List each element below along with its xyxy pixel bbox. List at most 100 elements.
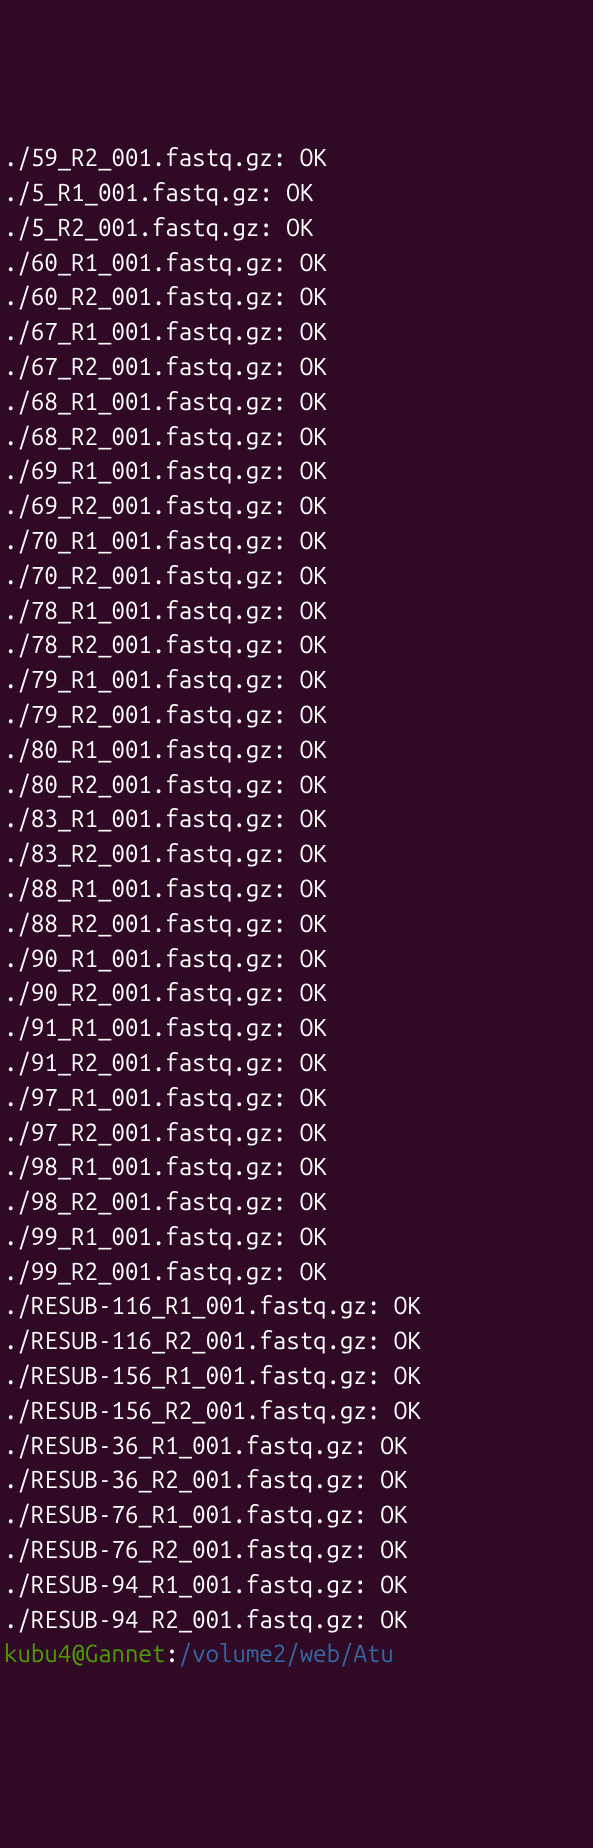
status-text: OK (300, 492, 327, 519)
file-path: ./91_R2_001.fastq.gz (4, 1049, 273, 1076)
output-line: ./99_R2_001.fastq.gz: OK (4, 1255, 589, 1290)
output-line: ./97_R1_001.fastq.gz: OK (4, 1081, 589, 1116)
status-text: OK (300, 631, 327, 658)
status-text: OK (380, 1466, 407, 1493)
output-line: ./98_R1_001.fastq.gz: OK (4, 1150, 589, 1185)
file-path: ./88_R1_001.fastq.gz (4, 875, 273, 902)
output-line: ./79_R1_001.fastq.gz: OK (4, 663, 589, 698)
file-path: ./67_R1_001.fastq.gz (4, 318, 273, 345)
status-text: OK (300, 805, 327, 832)
output-line: ./RESUB-76_R2_001.fastq.gz: OK (4, 1533, 589, 1568)
status-text: OK (300, 736, 327, 763)
status-text: OK (380, 1606, 407, 1633)
status-text: OK (394, 1397, 421, 1424)
output-line: ./80_R2_001.fastq.gz: OK (4, 768, 589, 803)
file-path: ./97_R1_001.fastq.gz (4, 1084, 273, 1111)
file-path: ./70_R2_001.fastq.gz (4, 562, 273, 589)
output-line: ./69_R2_001.fastq.gz: OK (4, 489, 589, 524)
output-line: ./97_R2_001.fastq.gz: OK (4, 1116, 589, 1151)
status-text: OK (300, 1014, 327, 1041)
status-text: OK (300, 1258, 327, 1285)
status-text: OK (300, 527, 327, 554)
output-line: ./RESUB-76_R1_001.fastq.gz: OK (4, 1498, 589, 1533)
file-path: ./RESUB-36_R1_001.fastq.gz (4, 1432, 353, 1459)
status-text: OK (380, 1536, 407, 1563)
file-path: ./91_R1_001.fastq.gz (4, 1014, 273, 1041)
file-path: ./RESUB-94_R1_001.fastq.gz (4, 1571, 353, 1598)
status-text: OK (300, 979, 327, 1006)
file-path: ./RESUB-116_R2_001.fastq.gz (4, 1327, 367, 1354)
shell-prompt[interactable]: kubu4@Gannet:/volume2/web/Atu (4, 1637, 589, 1672)
status-text: OK (300, 353, 327, 380)
status-text: OK (300, 1084, 327, 1111)
status-text: OK (300, 875, 327, 902)
status-text: OK (300, 1188, 327, 1215)
status-text: OK (300, 1223, 327, 1250)
file-path: ./RESUB-76_R2_001.fastq.gz (4, 1536, 353, 1563)
status-text: OK (300, 144, 327, 171)
output-line: ./78_R2_001.fastq.gz: OK (4, 628, 589, 663)
output-line: ./68_R2_001.fastq.gz: OK (4, 420, 589, 455)
output-line: ./70_R2_001.fastq.gz: OK (4, 559, 589, 594)
file-path: ./83_R1_001.fastq.gz (4, 805, 273, 832)
output-line: ./68_R1_001.fastq.gz: OK (4, 385, 589, 420)
file-path: ./78_R2_001.fastq.gz (4, 631, 273, 658)
file-path: ./88_R2_001.fastq.gz (4, 910, 273, 937)
status-text: OK (380, 1571, 407, 1598)
file-path: ./59_R2_001.fastq.gz (4, 144, 273, 171)
status-text: OK (380, 1501, 407, 1528)
file-path: ./79_R2_001.fastq.gz (4, 701, 273, 728)
status-text: OK (300, 1153, 327, 1180)
output-line: ./99_R1_001.fastq.gz: OK (4, 1220, 589, 1255)
output-line: ./RESUB-156_R2_001.fastq.gz: OK (4, 1394, 589, 1429)
output-line: ./59_R2_001.fastq.gz: OK (4, 141, 589, 176)
file-path: ./90_R1_001.fastq.gz (4, 945, 273, 972)
status-text: OK (300, 249, 327, 276)
status-text: OK (300, 423, 327, 450)
file-path: ./60_R1_001.fastq.gz (4, 249, 273, 276)
file-path: ./98_R2_001.fastq.gz (4, 1188, 273, 1215)
output-line: ./RESUB-116_R2_001.fastq.gz: OK (4, 1324, 589, 1359)
status-text: OK (300, 771, 327, 798)
output-line: ./69_R1_001.fastq.gz: OK (4, 454, 589, 489)
status-text: OK (394, 1362, 421, 1389)
file-path: ./69_R1_001.fastq.gz (4, 457, 273, 484)
file-path: ./68_R2_001.fastq.gz (4, 423, 273, 450)
output-line: ./90_R2_001.fastq.gz: OK (4, 976, 589, 1011)
file-path: ./RESUB-76_R1_001.fastq.gz (4, 1501, 353, 1528)
terminal-output[interactable]: ./59_R2_001.fastq.gz: OK./5_R1_001.fastq… (0, 139, 593, 1674)
status-text: OK (300, 318, 327, 345)
status-text: OK (286, 179, 313, 206)
file-path: ./80_R1_001.fastq.gz (4, 736, 273, 763)
output-line: ./88_R1_001.fastq.gz: OK (4, 872, 589, 907)
file-path: ./99_R1_001.fastq.gz (4, 1223, 273, 1250)
output-line: ./90_R1_001.fastq.gz: OK (4, 942, 589, 977)
file-path: ./98_R1_001.fastq.gz (4, 1153, 273, 1180)
output-line: ./80_R1_001.fastq.gz: OK (4, 733, 589, 768)
file-path: ./97_R2_001.fastq.gz (4, 1119, 273, 1146)
file-path: ./RESUB-156_R1_001.fastq.gz (4, 1362, 367, 1389)
status-text: OK (300, 666, 327, 693)
output-line: ./91_R1_001.fastq.gz: OK (4, 1011, 589, 1046)
output-line: ./RESUB-36_R2_001.fastq.gz: OK (4, 1463, 589, 1498)
output-line: ./60_R1_001.fastq.gz: OK (4, 246, 589, 281)
file-path: ./79_R1_001.fastq.gz (4, 666, 273, 693)
output-line: ./RESUB-94_R2_001.fastq.gz: OK (4, 1603, 589, 1638)
file-path: ./70_R1_001.fastq.gz (4, 527, 273, 554)
output-line: ./91_R2_001.fastq.gz: OK (4, 1046, 589, 1081)
output-line: ./88_R2_001.fastq.gz: OK (4, 907, 589, 942)
output-line: ./67_R1_001.fastq.gz: OK (4, 315, 589, 350)
output-line: ./5_R2_001.fastq.gz: OK (4, 211, 589, 246)
output-line: ./79_R2_001.fastq.gz: OK (4, 698, 589, 733)
file-path: ./67_R2_001.fastq.gz (4, 353, 273, 380)
file-path: ./83_R2_001.fastq.gz (4, 840, 273, 867)
file-path: ./90_R2_001.fastq.gz (4, 979, 273, 1006)
prompt-separator: : (165, 1640, 178, 1667)
prompt-path: /volume2/web/Atu (179, 1640, 394, 1667)
status-text: OK (300, 562, 327, 589)
status-text: OK (300, 1119, 327, 1146)
status-text: OK (300, 840, 327, 867)
status-text: OK (300, 457, 327, 484)
output-line: ./RESUB-116_R1_001.fastq.gz: OK (4, 1289, 589, 1324)
output-line: ./83_R1_001.fastq.gz: OK (4, 802, 589, 837)
